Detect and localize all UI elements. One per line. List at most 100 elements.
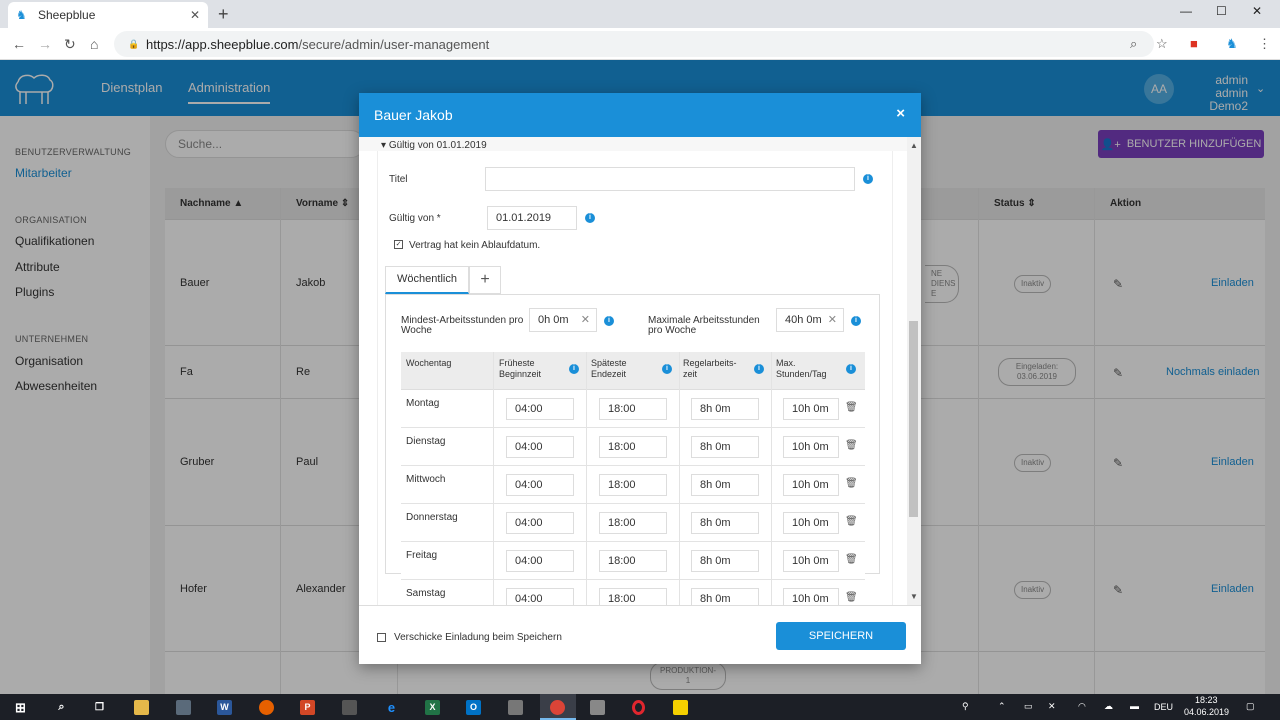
sheep-extension-icon[interactable]: ♞ — [1226, 36, 1238, 52]
regular-time-field[interactable]: 8h 0m — [691, 474, 759, 496]
language-indicator[interactable]: DEU — [1154, 702, 1173, 712]
max-hours-day-field[interactable]: 10h 0m — [783, 512, 839, 534]
latest-end-field[interactable]: 18:00 — [599, 550, 667, 572]
info-icon[interactable]: i — [754, 364, 764, 374]
trash-icon[interactable]: 🗑 — [845, 516, 858, 527]
max-hours-field[interactable]: 40h 0m ✕ — [776, 308, 844, 332]
section-toggle[interactable]: ▾ Gültig von 01.01.2019 — [381, 140, 487, 151]
new-tab-button[interactable]: + — [218, 4, 229, 25]
valid-from-field[interactable]: 01.01.2019 — [487, 206, 577, 230]
powerpoint-icon[interactable]: P — [300, 700, 315, 715]
network-icon[interactable]: ◠ — [1078, 701, 1086, 712]
browser-menu-icon[interactable]: ⋮ — [1258, 36, 1271, 52]
chrome-icon[interactable] — [550, 700, 565, 715]
task-view-icon[interactable]: ❐ — [92, 700, 107, 715]
regular-time-field[interactable]: 8h 0m — [691, 512, 759, 534]
earliest-start-field[interactable]: 04:00 — [506, 550, 574, 572]
back-icon[interactable]: ← — [12, 36, 26, 52]
trash-icon[interactable]: 🗑 — [845, 478, 858, 489]
windows-start-icon[interactable]: ⊞ — [13, 700, 28, 715]
earliest-start-field[interactable]: 04:00 — [506, 474, 574, 496]
bookmark-star-icon[interactable]: ☆ — [1156, 36, 1168, 52]
no-expiry-checkbox[interactable]: ✓ — [394, 240, 403, 249]
max-hours-day-field[interactable]: 10h 0m — [783, 588, 839, 605]
save-button[interactable]: SPEICHERN — [776, 622, 906, 650]
trash-icon[interactable]: 🗑 — [845, 554, 858, 565]
onedrive-icon[interactable]: ☁ — [1104, 701, 1113, 712]
tab-weekly[interactable]: Wöchentlich — [385, 266, 469, 294]
notifications-icon[interactable]: ▢ — [1246, 701, 1255, 712]
earliest-start-field[interactable]: 04:00 — [506, 512, 574, 534]
modal-close-button[interactable]: × — [896, 105, 905, 122]
trash-icon[interactable]: 🗑 — [845, 402, 858, 413]
reload-icon[interactable]: ↻ — [64, 36, 76, 53]
info-icon[interactable]: i — [569, 364, 579, 374]
trash-icon[interactable]: 🗑 — [845, 440, 858, 451]
latest-end-field[interactable]: 18:00 — [599, 474, 667, 496]
app-icon[interactable] — [508, 700, 523, 715]
scroll-thumb[interactable] — [909, 321, 918, 517]
volume-icon[interactable]: ✕ — [1048, 701, 1056, 712]
app-icon[interactable] — [590, 700, 605, 715]
max-hours-day-field[interactable]: 10h 0m — [783, 436, 839, 458]
max-hours-day-field[interactable]: 10h 0m — [783, 550, 839, 572]
latest-end-field[interactable]: 18:00 — [599, 588, 667, 605]
info-icon[interactable]: i — [863, 174, 873, 184]
browser-tab[interactable]: ♞ Sheepblue ✕ — [8, 2, 208, 28]
info-icon[interactable]: i — [846, 364, 856, 374]
max-hours-day-field[interactable]: 10h 0m — [783, 474, 839, 496]
info-icon[interactable]: i — [585, 213, 595, 223]
keyboard-icon[interactable]: ▬ — [1130, 701, 1139, 711]
info-icon[interactable]: i — [662, 364, 672, 374]
tab-close-icon[interactable]: ✕ — [190, 8, 200, 22]
regular-time-field[interactable]: 8h 0m — [691, 588, 759, 605]
clear-icon[interactable]: ✕ — [828, 309, 837, 331]
scroll-up-icon[interactable]: ▲ — [910, 141, 918, 150]
excel-icon[interactable]: X — [425, 700, 440, 715]
forward-icon[interactable]: → — [38, 36, 52, 52]
file-explorer-icon[interactable] — [134, 700, 149, 715]
regular-time-field[interactable]: 8h 0m — [691, 436, 759, 458]
earliest-start-field[interactable]: 04:00 — [506, 588, 574, 605]
store-icon[interactable] — [342, 700, 357, 715]
app-icon[interactable] — [176, 700, 191, 715]
search-icon[interactable]: ⌕ — [54, 700, 69, 715]
info-icon[interactable]: i — [604, 316, 614, 326]
clock-time[interactable]: 18:23 — [1195, 695, 1218, 705]
zoom-icon[interactable]: ⌕ — [1130, 36, 1137, 52]
regular-time-field[interactable]: 8h 0m — [691, 550, 759, 572]
outlook-icon[interactable]: O — [466, 700, 481, 715]
earliest-start-field[interactable]: 04:00 — [506, 398, 574, 420]
sticky-notes-icon[interactable] — [673, 700, 688, 715]
home-icon[interactable]: ⌂ — [90, 36, 98, 52]
extension-icon[interactable]: ■ — [1190, 36, 1198, 51]
regular-time-field[interactable]: 8h 0m — [691, 398, 759, 420]
people-icon[interactable]: ⚲ — [962, 701, 969, 712]
earliest-start-field[interactable]: 04:00 — [506, 436, 574, 458]
tray-chevron-icon[interactable]: ⌃ — [998, 701, 1006, 712]
trash-icon[interactable]: 🗑 — [845, 592, 858, 603]
clock-date[interactable]: 04.06.2019 — [1184, 707, 1229, 717]
scroll-down-icon[interactable]: ▼ — [910, 592, 918, 601]
latest-end-field[interactable]: 18:00 — [599, 398, 667, 420]
latest-end-field[interactable]: 18:00 — [599, 512, 667, 534]
opera-icon[interactable] — [632, 700, 645, 715]
min-hours-field[interactable]: 0h 0m ✕ — [529, 308, 597, 332]
battery-icon[interactable]: ▭ — [1024, 701, 1033, 712]
send-invite-checkbox[interactable] — [377, 633, 386, 642]
url-field[interactable]: 🔒 https://app.sheepblue.com/secure/admin… — [114, 31, 1154, 57]
word-icon[interactable]: W — [217, 700, 232, 715]
weekday-row: Freitag 04:00 18:00 8h 0m 10h 0m 🗑 — [401, 542, 865, 580]
edge-icon[interactable]: e — [384, 700, 399, 715]
latest-end-field[interactable]: 18:00 — [599, 436, 667, 458]
firefox-icon[interactable] — [259, 700, 274, 715]
modal-scrollbar[interactable]: ▲ ▼ — [907, 137, 921, 605]
titel-field[interactable] — [485, 167, 855, 191]
close-window-button[interactable]: ✕ — [1252, 4, 1262, 18]
add-tab-button[interactable]: + — [469, 266, 501, 294]
clear-icon[interactable]: ✕ — [581, 309, 590, 331]
info-icon[interactable]: i — [851, 316, 861, 326]
maximize-button[interactable]: ☐ — [1216, 4, 1227, 18]
minimize-button[interactable]: — — [1180, 4, 1192, 18]
max-hours-day-field[interactable]: 10h 0m — [783, 398, 839, 420]
